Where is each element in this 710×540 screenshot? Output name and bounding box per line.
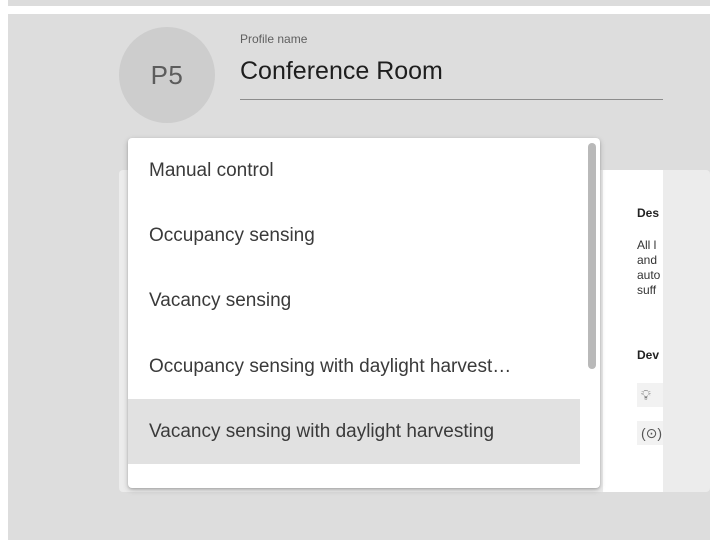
sensor-icon: (⊙) bbox=[637, 421, 663, 445]
profile-name-underline bbox=[240, 99, 663, 100]
profile-avatar: P5 bbox=[119, 27, 215, 123]
profile-name-field[interactable]: Profile name Conference Room bbox=[240, 30, 663, 100]
profile-name-label: Profile name bbox=[240, 32, 308, 46]
menu-item-label: Occupancy sensing with daylight harvest… bbox=[149, 355, 512, 377]
devices-heading: Dev bbox=[637, 348, 660, 362]
description-heading: Des bbox=[637, 206, 660, 220]
description-line: suff bbox=[637, 283, 657, 297]
top-strip bbox=[8, 0, 710, 6]
menu-item-manual-control[interactable]: Manual control bbox=[128, 138, 580, 203]
menu-item-label: Vacancy sensing bbox=[149, 289, 292, 311]
menu-item-occupancy-sensing[interactable]: Occupancy sensing bbox=[128, 203, 580, 268]
menu-item-occupancy-daylight[interactable]: Occupancy sensing with daylight harvest… bbox=[128, 334, 580, 399]
mode-dropdown-menu[interactable]: Manual control Occupancy sensing Vacancy… bbox=[128, 138, 600, 488]
menu-item-vacancy-sensing[interactable]: Vacancy sensing bbox=[128, 268, 580, 333]
menu-item-vacancy-daylight[interactable]: Vacancy sensing with daylight harvesting bbox=[128, 399, 580, 464]
menu-item-label: Vacancy sensing with daylight harvesting bbox=[149, 420, 495, 442]
lightbulb-icon: 💡︎ bbox=[637, 383, 663, 407]
menu-item-label: Manual control bbox=[149, 159, 274, 181]
menu-scrollbar[interactable] bbox=[588, 143, 596, 369]
description-line: and bbox=[637, 253, 658, 267]
description-line: auto bbox=[637, 268, 661, 282]
mode-detail-panel: Des All l and auto suff Dev 💡︎ (⊙) bbox=[603, 170, 663, 492]
app-window: P5 Profile name Conference Room Des All … bbox=[0, 0, 710, 540]
menu-item-label: Occupancy sensing bbox=[149, 224, 315, 246]
description-line: All l bbox=[637, 238, 657, 252]
profile-name-input[interactable]: Conference Room bbox=[240, 57, 443, 86]
avatar-text: P5 bbox=[150, 59, 184, 90]
